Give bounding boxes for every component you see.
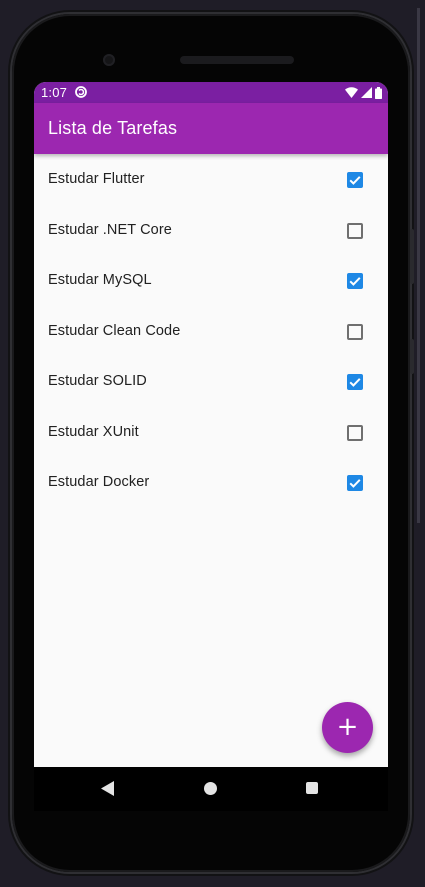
power-button bbox=[410, 339, 414, 374]
status-time: 1:07 bbox=[41, 85, 68, 100]
task-label: Estudar .NET Core bbox=[48, 221, 172, 238]
checkbox-checked[interactable] bbox=[347, 475, 363, 491]
page-title: Lista de Tarefas bbox=[48, 118, 178, 138]
list-item[interactable]: Estudar Docker bbox=[34, 457, 388, 508]
front-camera bbox=[103, 54, 115, 66]
check-icon bbox=[349, 479, 361, 488]
status-icons bbox=[345, 86, 382, 99]
notification-icon bbox=[75, 86, 87, 98]
back-icon[interactable] bbox=[101, 781, 115, 796]
checkbox-unchecked[interactable] bbox=[347, 323, 363, 340]
window-edge bbox=[417, 8, 420, 523]
home-icon[interactable] bbox=[204, 782, 217, 795]
checkbox-unchecked[interactable] bbox=[347, 424, 363, 441]
status-bar: 1:07 bbox=[34, 82, 388, 103]
app-bar: Lista de Tarefas bbox=[34, 103, 388, 154]
list-item[interactable]: Estudar .NET Core bbox=[34, 205, 388, 256]
task-label: Estudar SOLID bbox=[48, 373, 147, 389]
task-label: Estudar XUnit bbox=[48, 423, 139, 440]
task-label: Estudar Clean Code bbox=[48, 322, 181, 339]
check-icon bbox=[349, 176, 361, 185]
checkbox-checked[interactable] bbox=[347, 374, 363, 390]
list-item[interactable]: Estudar SOLID bbox=[34, 356, 388, 407]
volume-button bbox=[410, 229, 414, 284]
add-task-button[interactable]: + bbox=[322, 702, 373, 753]
app-screen: 1:07 Lista de Tarefas Estudar Flutter Es… bbox=[34, 82, 388, 767]
earpiece-speaker bbox=[180, 56, 294, 64]
recents-icon[interactable] bbox=[306, 782, 318, 794]
checkbox-unchecked[interactable] bbox=[347, 222, 363, 239]
task-list: Estudar Flutter Estudar .NET Core Estudar … bbox=[34, 154, 388, 508]
device-frame-background: 1:07 Lista de Tarefas Estudar Flutter Es… bbox=[0, 0, 425, 887]
battery-icon bbox=[375, 86, 382, 99]
checkbox-checked[interactable] bbox=[347, 172, 363, 188]
task-label: Estudar Flutter bbox=[48, 171, 145, 187]
list-item[interactable]: Estudar XUnit bbox=[34, 407, 388, 458]
list-item[interactable]: Estudar MySQL bbox=[34, 255, 388, 306]
signal-icon bbox=[361, 87, 372, 98]
check-icon bbox=[349, 378, 361, 387]
check-icon bbox=[349, 277, 361, 286]
task-label: Estudar Docker bbox=[48, 474, 150, 490]
task-label: Estudar MySQL bbox=[48, 272, 152, 288]
checkbox-checked[interactable] bbox=[347, 273, 363, 289]
list-item[interactable]: Estudar Flutter bbox=[34, 154, 388, 205]
list-item[interactable]: Estudar Clean Code bbox=[34, 306, 388, 357]
system-nav-bar bbox=[34, 767, 388, 811]
wifi-icon bbox=[345, 87, 358, 98]
